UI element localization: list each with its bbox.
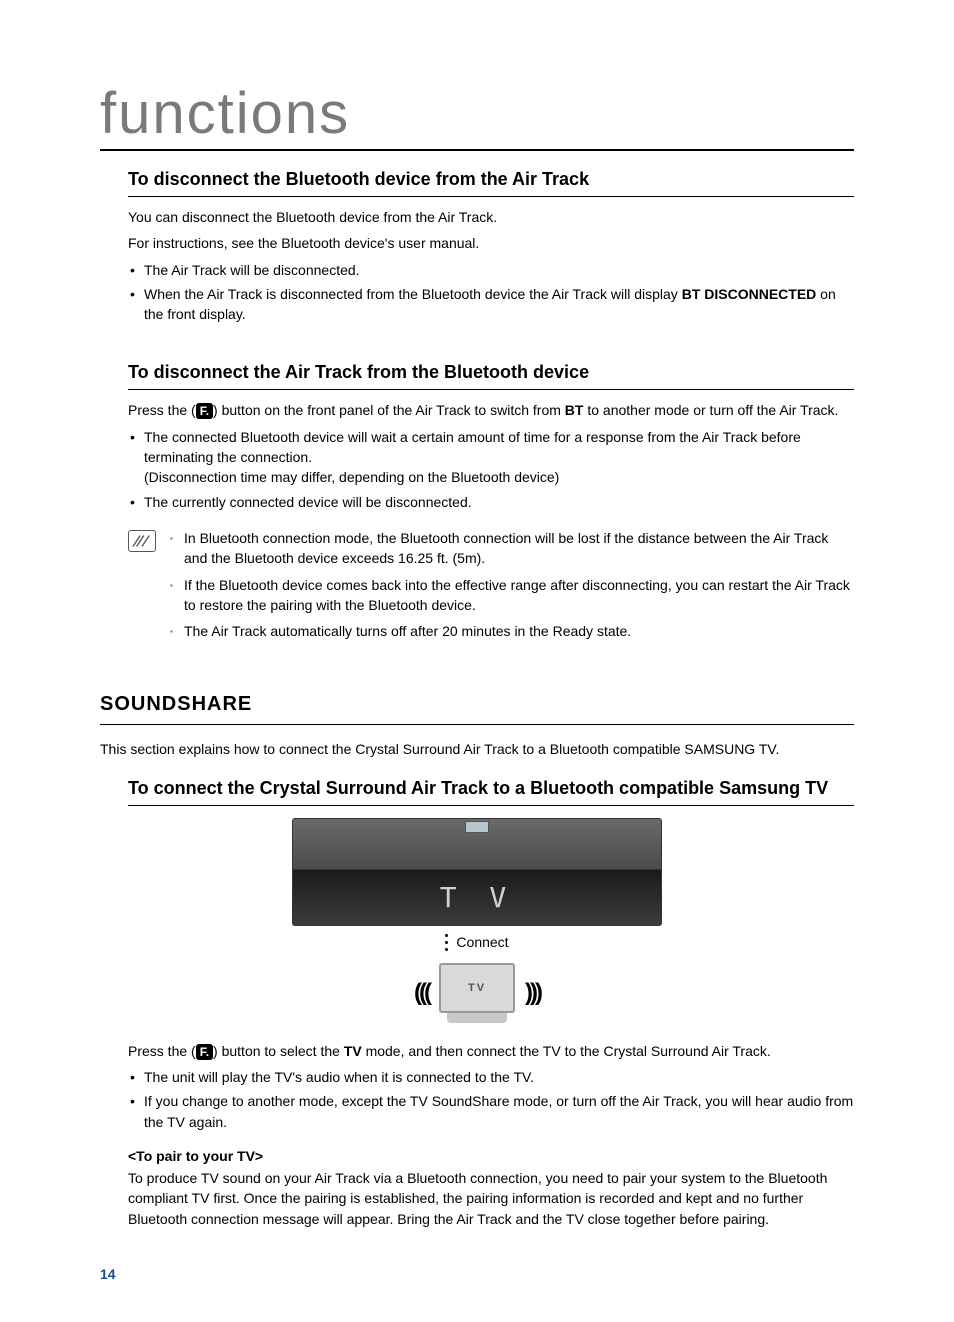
soundshare-intro: This section explains how to connect the… — [100, 739, 854, 759]
tv-row: ((( TV ))) — [292, 963, 662, 1023]
page-number: 14 — [100, 1266, 116, 1282]
sec2-bullets: The connected Bluetooth device will wait… — [128, 427, 854, 512]
connect-label-row: Connect — [292, 932, 662, 953]
waves-left-icon: ((( — [414, 979, 429, 1007]
sec1-p1: You can disconnect the Bluetooth device … — [128, 207, 854, 227]
pair-text: To produce TV sound on your Air Track vi… — [128, 1168, 854, 1229]
soundshare-subheading: To connect the Crystal Surround Air Trac… — [128, 778, 854, 806]
page-title: functions — [100, 80, 854, 151]
soundshare-bullet-2: If you change to another mode, except th… — [128, 1091, 854, 1132]
sec2-bullet-2: The currently connected device will be d… — [128, 492, 854, 512]
soundshare-bullets: The unit will play the TV's audio when i… — [128, 1067, 854, 1132]
note-3: The Air Track automatically turns off af… — [170, 621, 854, 641]
sec1-bullet-2: When the Air Track is disconnected from … — [128, 284, 854, 325]
soundshare-p1: Press the (F.) button to select the TV m… — [128, 1041, 854, 1061]
f-button-icon: F. — [196, 403, 213, 419]
waves-right-icon: ))) — [525, 979, 540, 1007]
soundbar-graphic — [292, 818, 662, 870]
pair-heading: <To pair to your TV> — [128, 1148, 854, 1164]
section-heading-disconnect-airtrack: To disconnect the Air Track from the Blu… — [128, 362, 854, 390]
note-icon — [128, 530, 156, 552]
connect-dots-icon — [445, 932, 448, 953]
soundbar-display: T V — [292, 870, 662, 926]
note-2: If the Bluetooth device comes back into … — [170, 575, 854, 616]
connection-diagram: T V Connect ((( TV ))) — [100, 818, 854, 1023]
section-heading-disconnect-device: To disconnect the Bluetooth device from … — [128, 169, 854, 197]
tv-stand-graphic — [447, 1013, 507, 1023]
sec1-p2: For instructions, see the Bluetooth devi… — [128, 233, 854, 253]
sec2-p1: Press the (F.) button on the front panel… — [128, 400, 854, 420]
sec1-bullet-1: The Air Track will be disconnected. — [128, 260, 854, 280]
note-block: In Bluetooth connection mode, the Blueto… — [128, 528, 854, 647]
f-button-icon: F. — [196, 1044, 213, 1060]
note-list: In Bluetooth connection mode, the Blueto… — [170, 528, 854, 647]
soundshare-bullet-1: The unit will play the TV's audio when i… — [128, 1067, 854, 1087]
sec2-bullet-1: The connected Bluetooth device will wait… — [128, 427, 854, 488]
note-1: In Bluetooth connection mode, the Blueto… — [170, 528, 854, 569]
connect-label: Connect — [456, 934, 508, 950]
soundshare-heading: SOUNDSHARE — [100, 693, 854, 725]
tv-graphic: TV — [439, 963, 515, 1013]
sec1-bullets: The Air Track will be disconnected. When… — [128, 260, 854, 325]
